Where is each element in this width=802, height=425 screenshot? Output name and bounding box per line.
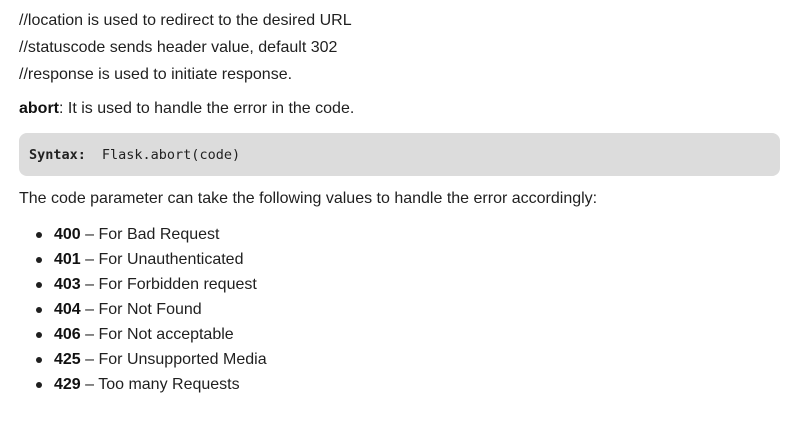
bullet-icon — [36, 307, 42, 313]
error-code-list: 400 – For Bad Request 401 – For Unauthen… — [36, 222, 267, 397]
error-code-meaning: For Bad Request — [98, 226, 220, 243]
code-parameter-description: The code parameter can take the followin… — [19, 190, 598, 207]
bullet-icon — [36, 332, 42, 338]
abort-text: : It is used to handle the error in the … — [59, 100, 355, 117]
abort-keyword: abort — [19, 100, 59, 117]
list-item: 403 – For Forbidden request — [36, 272, 267, 297]
error-code: 403 — [54, 276, 81, 293]
list-item: 404 – For Not Found — [36, 297, 267, 322]
bullet-icon — [36, 257, 42, 263]
bullet-icon — [36, 357, 42, 363]
list-item: 429 – Too many Requests — [36, 372, 267, 397]
separator: – — [80, 226, 99, 243]
error-code: 406 — [54, 326, 81, 343]
error-code: 404 — [54, 301, 81, 318]
error-code-meaning: For Unauthenticated — [98, 251, 244, 268]
separator: – — [80, 351, 99, 368]
separator: – — [80, 301, 99, 318]
comment-line: //response is used to initiate response. — [19, 66, 293, 83]
error-code: 425 — [54, 351, 81, 368]
separator: – — [80, 276, 99, 293]
bullet-icon — [36, 232, 42, 238]
syntax-code: Flask.abort(code) — [101, 146, 241, 163]
abort-description: abort: It is used to handle the error in… — [19, 97, 354, 121]
separator: – — [80, 251, 99, 268]
bullet-icon — [36, 282, 42, 288]
list-item: 406 – For Not acceptable — [36, 322, 267, 347]
list-item: 401 – For Unauthenticated — [36, 247, 267, 272]
code-comments: //location is used to redirect to the de… — [19, 7, 352, 88]
separator: – — [80, 326, 99, 343]
list-item: 425 – For Unsupported Media — [36, 347, 267, 372]
error-code: 401 — [54, 251, 81, 268]
syntax-code-block: Syntax: Flask.abort(code) — [19, 133, 780, 176]
document-page: //location is used to redirect to the de… — [0, 0, 802, 425]
bullet-icon — [36, 382, 42, 388]
error-code: 429 — [54, 376, 81, 393]
error-code-meaning: For Unsupported Media — [98, 351, 267, 368]
separator: – — [80, 376, 99, 393]
error-code-meaning: For Not acceptable — [98, 326, 234, 343]
error-code: 400 — [54, 226, 81, 243]
error-code-meaning: For Not Found — [98, 301, 202, 318]
comment-line: //statuscode sends header value, default… — [19, 39, 338, 56]
error-code-meaning: Too many Requests — [98, 376, 240, 393]
list-item: 400 – For Bad Request — [36, 222, 267, 247]
syntax-label: Syntax: — [29, 146, 86, 163]
comment-line: //location is used to redirect to the de… — [19, 12, 352, 29]
error-code-meaning: For Forbidden request — [98, 276, 257, 293]
